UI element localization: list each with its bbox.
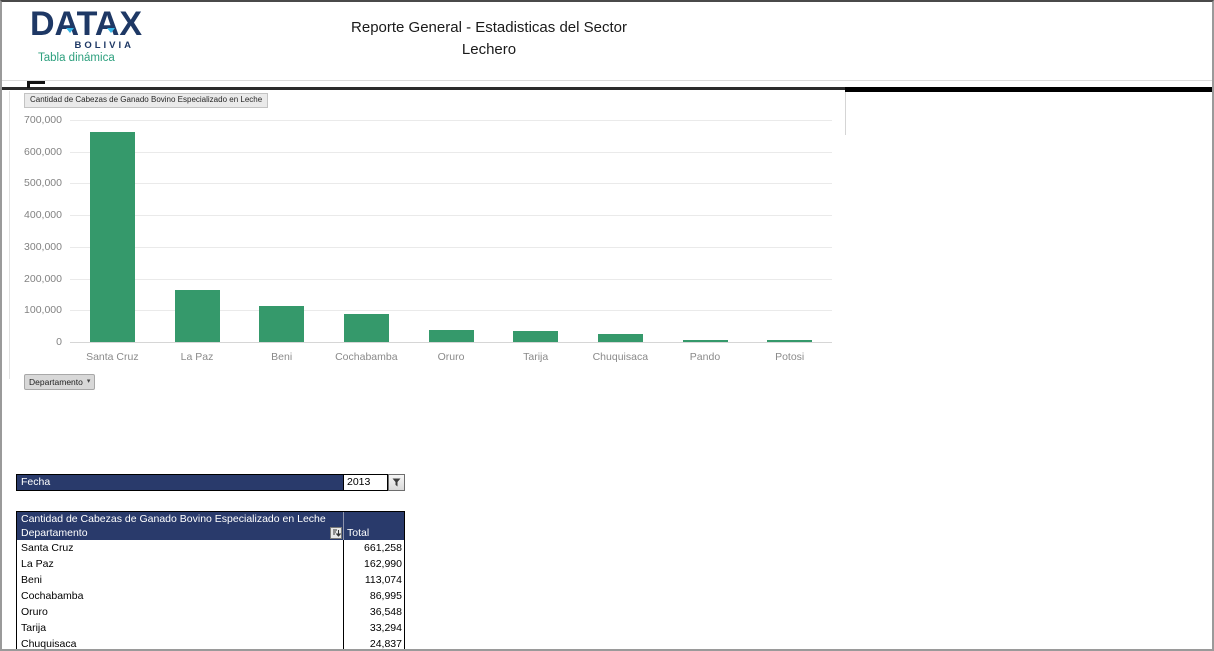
pivot-title-spacer-cell: [344, 512, 404, 527]
pivot-table: Cantidad de Cabezas de Ganado Bovino Esp…: [16, 511, 405, 651]
departamento-field-button[interactable]: Departamento ▾: [24, 374, 95, 390]
y-axis-tick-label: 600,000: [24, 146, 62, 158]
sort-descending-icon: [332, 529, 341, 538]
department-cell[interactable]: La Paz: [17, 556, 344, 572]
x-axis-label: Cochabamba: [324, 351, 409, 363]
y-axis: 700,000600,000500,000400,000300,000200,0…: [2, 120, 62, 342]
bar-tarija: [513, 331, 558, 342]
x-axis: Santa CruzLa PazBeniCochabambaOruroTarij…: [70, 351, 832, 365]
x-axis-label: Tarija: [493, 351, 578, 363]
departamento-header-label: Departamento: [21, 527, 88, 539]
y-axis-tick-label: 300,000: [24, 241, 62, 253]
report-title-line2: Lechero: [289, 39, 689, 61]
logo-accent-icon: [66, 28, 74, 33]
y-axis-tick-label: 200,000: [24, 273, 62, 285]
fecha-value-cell[interactable]: 2013: [343, 474, 388, 491]
total-cell[interactable]: 113,074: [344, 572, 404, 588]
chevron-down-icon: ▾: [87, 376, 91, 388]
report-header: DATAX BOLIVIA Tabla dinámica Reporte Gen…: [2, 2, 1212, 87]
total-cell[interactable]: 36,548: [344, 604, 404, 620]
departamento-header-cell: Departamento: [17, 527, 344, 540]
bar-potosi: [767, 340, 812, 342]
table-row: Tarija33,294: [17, 620, 404, 636]
table-row: Beni113,074: [17, 572, 404, 588]
logo-tagline: Tabla dinámica: [38, 52, 115, 64]
department-cell[interactable]: Oruro: [17, 604, 344, 620]
bar-santa-cruz: [90, 132, 135, 342]
y-axis-tick-label: 100,000: [24, 304, 62, 316]
bars: [70, 120, 832, 342]
header-divider-right: [845, 87, 1214, 92]
department-cell[interactable]: Tarija: [17, 620, 344, 636]
total-cell[interactable]: 162,990: [344, 556, 404, 572]
x-axis-label: Chuquisaca: [578, 351, 663, 363]
x-axis-label: Oruro: [409, 351, 494, 363]
report-title: Reporte General - Estadisticas del Secto…: [289, 17, 689, 61]
department-cell[interactable]: Santa Cruz: [17, 540, 344, 556]
table-row: La Paz162,990: [17, 556, 404, 572]
pivot-header-row: Departamento Total: [17, 527, 404, 540]
bar-oruro: [429, 330, 474, 342]
table-row: Oruro36,548: [17, 604, 404, 620]
spreadsheet-report: DATAX BOLIVIA Tabla dinámica Reporte Gen…: [0, 0, 1214, 651]
corner-mark: [27, 81, 30, 88]
total-cell[interactable]: 86,995: [344, 588, 404, 604]
sort-filter-button[interactable]: [330, 527, 342, 539]
x-axis-label: Pando: [663, 351, 748, 363]
bar-beni: [259, 306, 304, 342]
department-cell[interactable]: Chuquisaca: [17, 636, 344, 651]
pivot-title-cell: Cantidad de Cabezas de Ganado Bovino Esp…: [17, 512, 344, 527]
x-axis-label: Potosi: [747, 351, 832, 363]
total-cell[interactable]: 661,258: [344, 540, 404, 556]
y-axis-tick-label: 500,000: [24, 177, 62, 189]
total-header-cell: Total: [344, 527, 404, 540]
department-cell[interactable]: Cochabamba: [17, 588, 344, 604]
gridline: [70, 342, 832, 343]
pivot-title-row: Cantidad de Cabezas de Ganado Bovino Esp…: [17, 512, 404, 527]
bar-chuquisaca: [598, 334, 643, 342]
chart-value-field-button[interactable]: Cantidad de Cabezas de Ganado Bovino Esp…: [24, 93, 268, 108]
table-row: Santa Cruz661,258: [17, 540, 404, 556]
table-row: Chuquisaca24,837: [17, 636, 404, 651]
y-axis-tick-label: 700,000: [24, 114, 62, 126]
table-row: Cochabamba86,995: [17, 588, 404, 604]
sheet-right-edge: [845, 92, 846, 135]
total-cell[interactable]: 24,837: [344, 636, 404, 651]
departamento-field-label: Departamento: [29, 376, 83, 388]
x-axis-label: Santa Cruz: [70, 351, 155, 363]
fecha-filter-dropdown-button[interactable]: [388, 474, 405, 491]
pivot-body: Santa Cruz661,258La Paz162,990Beni113,07…: [17, 540, 404, 651]
bar-la-paz: [175, 290, 220, 342]
report-title-line1: Reporte General - Estadisticas del Secto…: [289, 17, 689, 39]
logo-accent-icon: [107, 28, 115, 33]
logo-brand-text: DATAX: [30, 6, 150, 42]
x-axis-label: Beni: [239, 351, 324, 363]
total-cell[interactable]: 33,294: [344, 620, 404, 636]
bar-cochabamba: [344, 314, 389, 342]
filter-funnel-icon: [391, 477, 402, 488]
x-axis-label: La Paz: [155, 351, 240, 363]
y-axis-tick-label: 400,000: [24, 209, 62, 221]
y-axis-tick-label: 0: [56, 336, 62, 348]
fecha-label-cell: Fecha: [16, 474, 343, 491]
department-cell[interactable]: Beni: [17, 572, 344, 588]
bar-pando: [683, 340, 728, 342]
header-hairline: [2, 80, 1212, 81]
